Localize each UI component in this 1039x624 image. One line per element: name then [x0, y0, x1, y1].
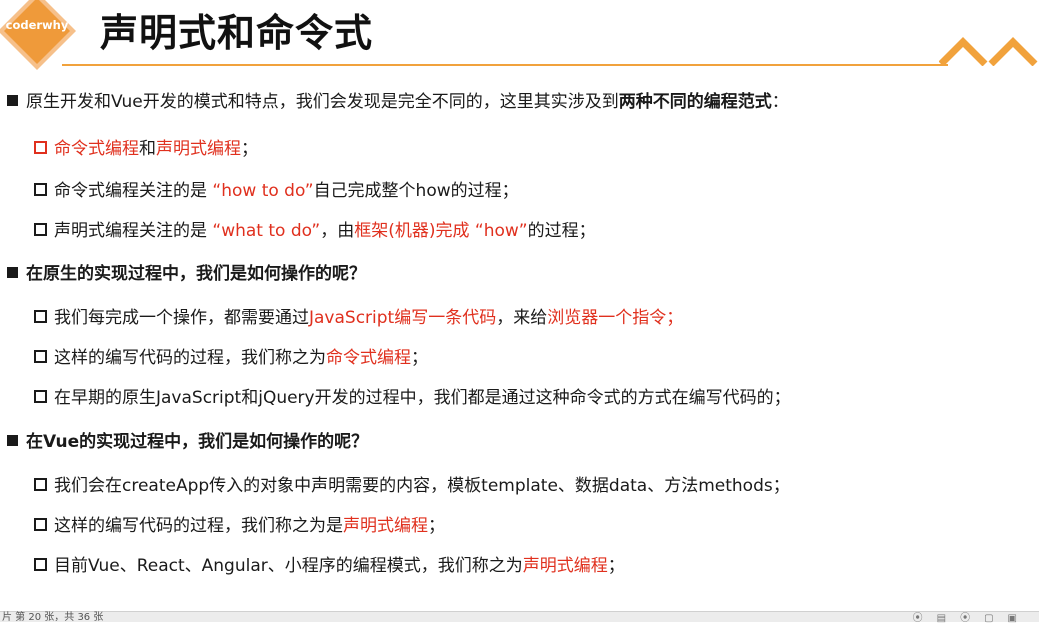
filled-square-bullet-icon — [7, 267, 18, 278]
highlight-text: JavaScript编写一条代码 — [309, 308, 497, 328]
status-bar: 片 第 20 张，共 36 张 ⦿▤⦿▢▣ — [0, 609, 1039, 624]
bullet-text: ； — [241, 139, 258, 159]
bullet-level2: 我们会在createApp传入的对象中声明需要的内容，模板template、数据… — [34, 474, 790, 498]
bullet-text: 和 — [139, 139, 156, 159]
bullet-level2: 这样的编写代码的过程，我们称之为命令式编程； — [34, 346, 428, 370]
hollow-square-bullet-icon — [34, 141, 47, 154]
bullet-text: 我们每完成一个操作，都需要通过 — [54, 308, 309, 328]
bullet-level2: 目前Vue、React、Angular、小程序的编程模式，我们称之为声明式编程； — [34, 554, 625, 578]
bullet-level1: 在原生的实现过程中，我们是如何操作的呢？ — [7, 262, 366, 286]
highlight-text: 命令式编程 — [326, 348, 411, 368]
hollow-square-bullet-icon — [34, 350, 47, 363]
hollow-square-bullet-icon — [34, 183, 47, 196]
highlight-text: “what to do” — [212, 221, 321, 241]
highlight-text: 声明式编程 — [156, 139, 241, 159]
highlight-text: 声明式编程 — [522, 556, 608, 576]
hollow-square-bullet-icon — [34, 390, 47, 403]
filled-square-bullet-icon — [7, 435, 18, 446]
bullet-level1: 原生开发和Vue开发的模式和特点，我们会发现是完全不同的，这里其实涉及到两种不同… — [7, 90, 789, 114]
hollow-square-bullet-icon — [34, 558, 47, 571]
bullet-level1: 在Vue的实现过程中，我们是如何操作的呢？ — [7, 430, 368, 454]
bullet-level2: 这样的编写代码的过程，我们称之为是声明式编程； — [34, 514, 445, 538]
bullet-level2: 命令式编程和声明式编程； — [34, 137, 258, 161]
bullet-level2: 命令式编程关注的是 “how to do”自己完成整个how的过程； — [34, 179, 519, 203]
highlight-text: “how” — [474, 221, 528, 241]
bullet-text: 声明式编程关注的是 — [54, 221, 213, 241]
header-divider — [62, 64, 948, 66]
hollow-square-bullet-icon — [34, 223, 47, 236]
view-buttons[interactable]: ⦿▤⦿▢▣ — [913, 609, 1031, 624]
bold-text: 在原生的实现过程中，我们是如何操作的呢？ — [26, 264, 366, 284]
highlight-text: 框架(机器)完成 — [354, 221, 475, 241]
bullet-text: ，来给 — [496, 308, 548, 328]
highlight-text: 命令式编程 — [54, 139, 139, 159]
hollow-square-bullet-icon — [34, 478, 47, 491]
highlight-text: “how to do” — [212, 181, 314, 201]
bullet-text: 在早期的原生JavaScript和jQuery开发的过程中，我们都是通过这种命令… — [54, 388, 791, 408]
hollow-square-bullet-icon — [34, 310, 47, 323]
logo-diamond-shape — [0, 0, 76, 70]
highlight-text: 浏览器一个指令； — [547, 308, 684, 328]
bullet-level2: 声明式编程关注的是 “what to do”，由框架(机器)完成 “how”的过… — [34, 219, 596, 243]
bold-text: 在Vue的实现过程中，我们是如何操作的呢？ — [26, 432, 369, 452]
bullet-text: ； — [607, 556, 625, 576]
bullet-text: 命令式编程关注的是 — [54, 181, 213, 201]
highlight-text: 声明式编程 — [343, 516, 428, 536]
slide-title: 声明式和命令式 — [100, 11, 374, 55]
bullet-text: 自己完成整个how的过程； — [313, 181, 519, 201]
bullet-text: ； — [428, 516, 445, 536]
bullet-level2: 在早期的原生JavaScript和jQuery开发的过程中，我们都是通过这种命令… — [34, 386, 791, 410]
coderwhy-logo: coderwhy — [0, 0, 78, 72]
logo-text: coderwhy — [5, 18, 69, 32]
chevron-decoration-icon — [939, 37, 1038, 66]
bullet-text: ； — [411, 348, 428, 368]
bullet-text: ，由 — [320, 221, 355, 241]
hollow-square-bullet-icon — [34, 518, 47, 531]
bullet-text: 目前Vue、React、Angular、小程序的编程模式，我们称之为 — [54, 556, 523, 576]
bullet-text: 的过程； — [527, 221, 596, 241]
bold-text: 两种不同的编程范式 — [618, 92, 772, 112]
bullet-text: 原生开发和Vue开发的模式和特点，我们会发现是完全不同的，这里其实涉及到 — [26, 92, 619, 112]
filled-square-bullet-icon — [7, 95, 18, 106]
bullet-text: 这样的编写代码的过程，我们称之为 — [54, 348, 326, 368]
bullet-text: 我们会在createApp传入的对象中声明需要的内容，模板template、数据… — [54, 476, 790, 496]
bullet-level2: 我们每完成一个操作，都需要通过JavaScript编写一条代码，来给浏览器一个指… — [34, 306, 683, 330]
bullet-text: 这样的编写代码的过程，我们称之为是 — [54, 516, 343, 536]
bullet-text: ： — [771, 92, 789, 112]
